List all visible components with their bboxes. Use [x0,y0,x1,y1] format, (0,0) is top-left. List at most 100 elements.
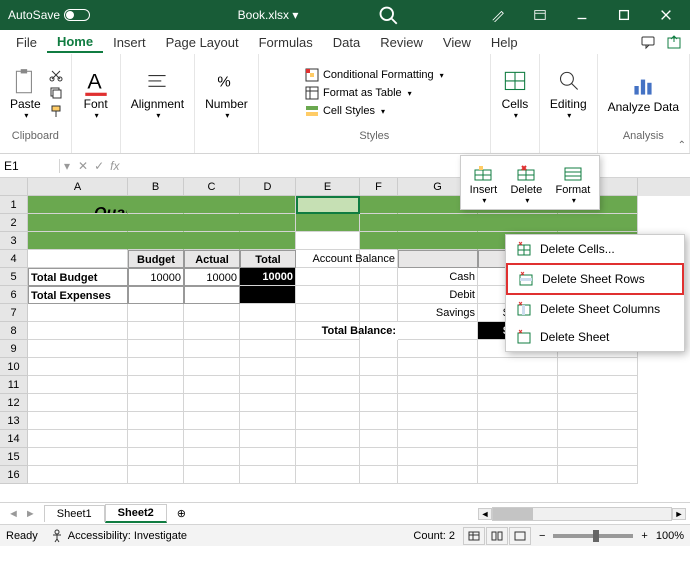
cell[interactable]: Savings [398,304,478,322]
col-header[interactable]: A [28,178,128,196]
zoom-level[interactable]: 100% [656,530,684,542]
col-header[interactable]: E [296,178,360,196]
row-header[interactable]: 5 [0,268,28,286]
fx-icon[interactable]: fx [110,159,119,173]
minimize-button[interactable] [562,0,602,30]
cell[interactable]: Total [240,250,296,268]
menu-delete-sheet-columns[interactable]: Delete Sheet Columns [506,295,684,323]
format-painter-button[interactable] [49,104,63,118]
tab-help[interactable]: Help [481,33,528,52]
cell[interactable]: 10000 [128,268,184,286]
row-header[interactable]: 7 [0,304,28,322]
cell[interactable]: Cash [398,268,478,286]
search-icon[interactable] [378,5,398,25]
cell[interactable]: Total Expenses [28,286,128,304]
file-name[interactable]: Book.xlsx ▾ [98,8,378,22]
delete-cells-button[interactable]: Delete▾ [508,162,544,207]
row-header[interactable]: 9 [0,340,28,358]
analyze-data-button[interactable]: Analyze Data [606,69,681,116]
collapse-ribbon-icon[interactable]: ⌃ [678,140,686,151]
row-header[interactable]: 4 [0,250,28,268]
tab-home[interactable]: Home [47,32,103,53]
enter-formula-icon[interactable]: ✓ [94,159,104,173]
pen-icon[interactable] [478,0,518,30]
tab-file[interactable]: File [6,33,47,52]
sheet-tab[interactable]: Sheet2 [105,504,167,523]
page-layout-view-button[interactable] [486,527,508,545]
row-header[interactable]: 11 [0,376,28,394]
delete-sheet-icon [516,329,532,345]
scroll-left-icon[interactable]: ◄ [478,508,492,520]
row-header[interactable]: 6 [0,286,28,304]
col-header[interactable]: F [360,178,398,196]
tab-review[interactable]: Review [370,33,433,52]
col-header[interactable]: B [128,178,184,196]
conditional-formatting-button[interactable]: Conditional Formatting▾ [305,68,444,82]
zoom-out-button[interactable]: − [539,530,545,542]
maximize-button[interactable] [604,0,644,30]
editing-label: Editing [550,97,587,111]
row-header[interactable]: 16 [0,466,28,484]
cell[interactable]: Total Budget [28,268,128,286]
paste-label: Paste [10,97,41,111]
sheet-prev-icon[interactable]: ◄ [8,508,19,520]
row-header[interactable]: 15 [0,448,28,466]
zoom-in-button[interactable]: + [641,530,647,542]
tab-view[interactable]: View [433,33,481,52]
insert-cells-button[interactable]: Insert▾ [468,162,500,207]
row-header[interactable]: 13 [0,412,28,430]
zoom-slider[interactable] [553,534,633,538]
comments-icon[interactable] [636,31,660,53]
cells-button[interactable]: Cells▾ [499,65,531,122]
row-header[interactable]: 2 [0,214,28,232]
sheet-tab[interactable]: Sheet1 [44,505,105,522]
paste-button[interactable]: Paste▾ [8,65,43,122]
cancel-formula-icon[interactable]: ✕ [78,159,88,173]
row-header[interactable]: 10 [0,358,28,376]
row-header[interactable]: 1 [0,196,28,214]
page-break-view-button[interactable] [509,527,531,545]
row-header[interactable]: 3 [0,232,28,250]
sheet-next-icon[interactable]: ► [25,508,36,520]
tab-insert[interactable]: Insert [103,33,156,52]
close-button[interactable] [646,0,686,30]
tab-formulas[interactable]: Formulas [249,33,323,52]
select-all-corner[interactable] [0,178,28,196]
col-header[interactable]: C [184,178,240,196]
row-header[interactable]: 12 [0,394,28,412]
cell[interactable]: 10000 [240,268,296,286]
menu-delete-sheet-rows[interactable]: Delete Sheet Rows [506,263,684,295]
number-button[interactable]: % Number▾ [203,65,250,122]
tab-data[interactable]: Data [323,33,370,52]
add-sheet-button[interactable]: ⊕ [167,507,196,520]
editing-button[interactable]: Editing▾ [548,65,589,122]
cell[interactable]: Budget [128,250,184,268]
cell[interactable]: Account Balance [312,253,395,265]
copy-button[interactable] [49,86,63,100]
row-header[interactable]: 8 [0,322,28,340]
font-button[interactable]: A Font▾ [80,65,112,122]
cell-styles-button[interactable]: Cell Styles▾ [305,104,385,118]
normal-view-button[interactable] [463,527,485,545]
alignment-button[interactable]: Alignment▾ [129,65,186,122]
cut-button[interactable] [49,68,63,82]
name-box[interactable]: E1 [0,159,60,173]
cell[interactable]: Total Balance: [322,325,396,337]
horizontal-scrollbar[interactable] [492,507,672,521]
format-cells-button[interactable]: Format▾ [554,162,593,207]
autosave-toggle[interactable]: AutoSave [0,8,98,22]
share-icon[interactable] [662,31,686,53]
accessibility-status[interactable]: Accessibility: Investigate [50,529,187,543]
col-header[interactable]: D [240,178,296,196]
scroll-right-icon[interactable]: ► [672,508,686,520]
menu-delete-cells[interactable]: Delete Cells... [506,235,684,263]
cell[interactable]: Debit [398,286,478,304]
format-as-table-button[interactable]: Format as Table▾ [305,86,412,100]
menu-delete-sheet[interactable]: Delete Sheet [506,323,684,351]
selected-cell-e1[interactable] [296,196,360,214]
cell[interactable]: Actual [184,250,240,268]
cell[interactable]: 10000 [184,268,240,286]
tab-page-layout[interactable]: Page Layout [156,33,249,52]
ribbon-display-icon[interactable] [520,0,560,30]
row-header[interactable]: 14 [0,430,28,448]
